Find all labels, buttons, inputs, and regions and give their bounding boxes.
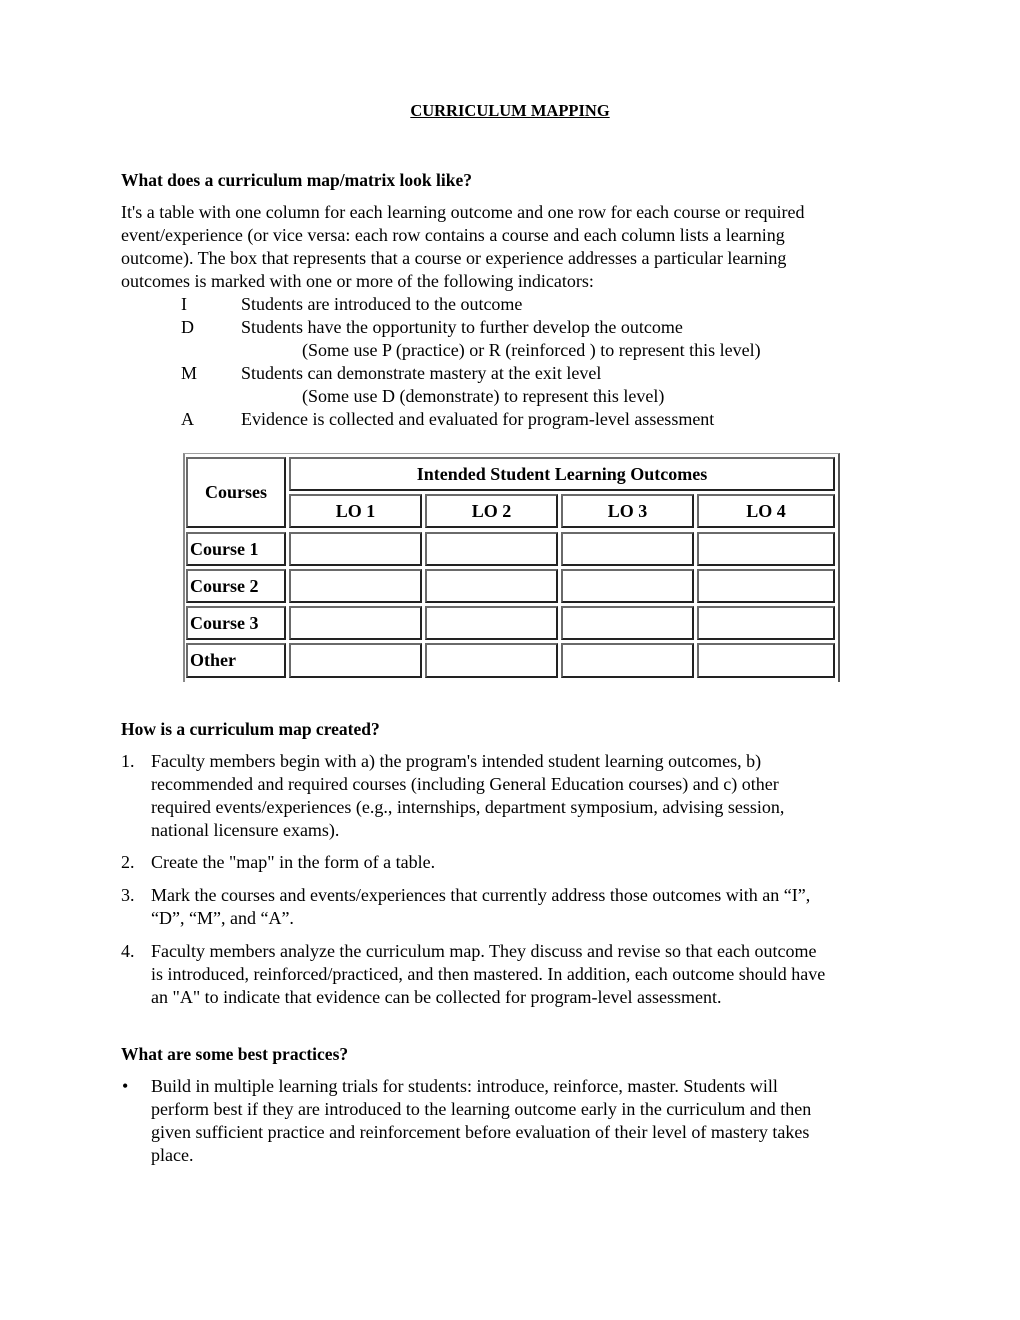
header-lo-4: LO 4: [697, 494, 835, 528]
indicator-code: A: [181, 409, 194, 429]
table-cell: [289, 569, 422, 603]
step-number: 2.: [121, 852, 135, 872]
table-cell: [289, 643, 422, 678]
step-text: Faculty members begin with a) the progra…: [151, 750, 911, 842]
step-line: national licensure exams).: [151, 820, 340, 840]
step-number: 3.: [121, 885, 135, 905]
table-cell: [561, 569, 694, 603]
section-heading-how-created: How is a curriculum map created?: [121, 719, 380, 739]
step-text: Mark the courses and events/experiences …: [151, 884, 911, 930]
step-line: required events/experiences (e.g., inter…: [151, 797, 785, 817]
paragraph-line: outcomes is marked with one or more of t…: [121, 271, 594, 291]
indicator-code: I: [181, 294, 187, 314]
table-cell: [697, 643, 835, 678]
header-learning-outcomes: Intended Student Learning Outcomes: [289, 457, 835, 491]
table-cell: [697, 569, 835, 603]
step-line: Faculty members analyze the curriculum m…: [151, 941, 817, 961]
step-line: an "A" to indicate that evidence can be …: [151, 987, 722, 1007]
indicator-code: M: [181, 363, 198, 383]
table-cell: [697, 606, 835, 640]
section-heading-best-practices: What are some best practices?: [121, 1044, 349, 1064]
step-line: Faculty members begin with a) the progra…: [151, 751, 762, 771]
step-line: “D”, “M”, and “A”.: [151, 908, 294, 928]
indicator-note: (Some use P (practice) or R (reinforced …: [302, 340, 761, 360]
header-lo-3: LO 3: [561, 494, 694, 528]
bullet-line: perform best if they are introduced to t…: [151, 1099, 812, 1119]
bullet-text: Build in multiple learning trials for st…: [151, 1075, 911, 1167]
row-label-other: Other: [186, 643, 286, 678]
section-heading-what-is: What does a curriculum map/matrix look l…: [121, 170, 472, 190]
table-cell: [425, 569, 558, 603]
bullet-icon: •: [122, 1076, 129, 1096]
paragraph-line: It's a table with one column for each le…: [121, 202, 805, 222]
indicator-text: Students can demonstrate mastery at the …: [241, 363, 602, 383]
indicator-note: (Some use D (demonstrate) to represent t…: [302, 386, 665, 406]
header-courses: Courses: [186, 457, 286, 528]
paragraph-line: outcome). The box that represents that a…: [121, 248, 787, 268]
row-label-course-2: Course 2: [186, 569, 286, 603]
indicator-text: Students are introduced to the outcome: [241, 294, 523, 314]
header-lo-2: LO 2: [425, 494, 558, 528]
step-text: Create the "map" in the form of a table.: [151, 851, 911, 874]
step-text: Faculty members analyze the curriculum m…: [151, 940, 911, 1009]
intro-paragraph: It's a table with one column for each le…: [121, 201, 911, 293]
step-line: Mark the courses and events/experiences …: [151, 885, 811, 905]
page-title: CURRICULUM MAPPING: [410, 101, 610, 120]
bullet-line: given sufficient practice and reinforcem…: [151, 1122, 810, 1142]
table-cell: [289, 606, 422, 640]
table-cell: [425, 606, 558, 640]
step-line: is introduced, reinforced/practiced, and…: [151, 964, 826, 984]
table-cell: [697, 532, 835, 566]
row-label-course-3: Course 3: [186, 606, 286, 640]
step-line: recommended and required courses (includ…: [151, 774, 779, 794]
bullet-line: place.: [151, 1145, 194, 1165]
paragraph-line: event/experience (or vice versa: each ro…: [121, 225, 785, 245]
table-cell: [561, 532, 694, 566]
step-line: Create the "map" in the form of a table.: [151, 852, 436, 872]
indicator-text: Students have the opportunity to further…: [241, 317, 683, 337]
header-lo-1: LO 1: [289, 494, 422, 528]
indicator-text: Evidence is collected and evaluated for …: [241, 409, 715, 429]
table-cell: [425, 643, 558, 678]
table-cell: [289, 532, 422, 566]
indicator-code: D: [181, 317, 194, 337]
table-cell: [561, 606, 694, 640]
step-number: 1.: [121, 751, 135, 771]
bullet-line: Build in multiple learning trials for st…: [151, 1076, 778, 1096]
table-cell: [425, 532, 558, 566]
table-cell: [561, 643, 694, 678]
row-label-course-1: Course 1: [186, 532, 286, 566]
step-number: 4.: [121, 941, 135, 961]
